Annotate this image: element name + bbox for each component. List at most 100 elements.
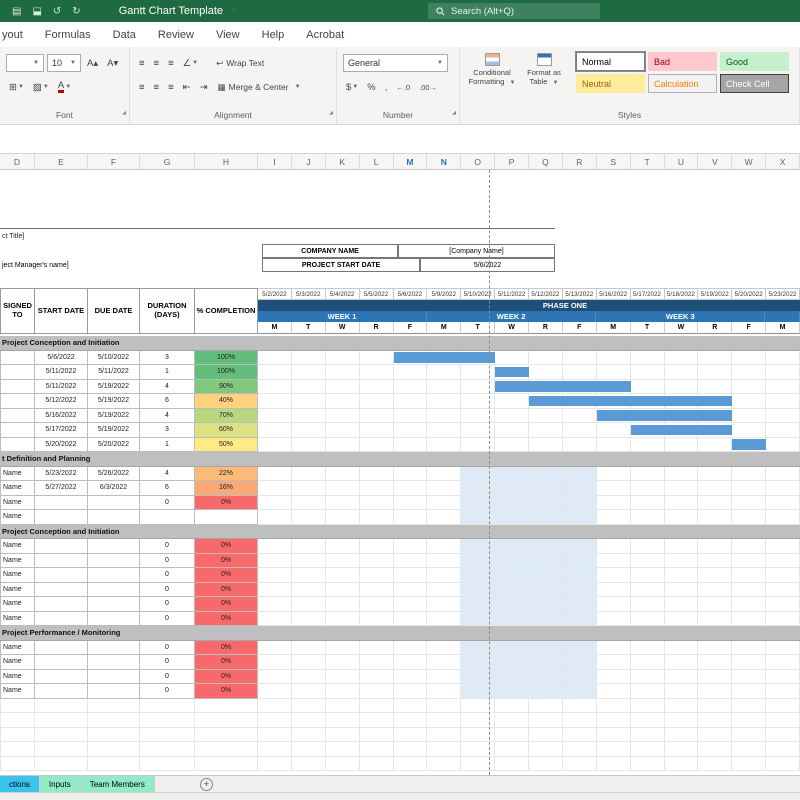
project-title-cell[interactable]: ct Title] bbox=[0, 228, 800, 244]
gantt-cell[interactable] bbox=[326, 727, 360, 741]
gantt-cell[interactable] bbox=[292, 379, 326, 393]
pct-complete-cell[interactable]: 0% bbox=[195, 597, 258, 612]
gantt-cell[interactable] bbox=[665, 481, 699, 495]
due-date-cell[interactable] bbox=[88, 684, 140, 699]
gantt-cell[interactable] bbox=[631, 350, 665, 364]
fill-color-button[interactable]: ▨ ▼ bbox=[30, 81, 52, 94]
week-banner-cell[interactable]: WEEK 2 bbox=[427, 311, 597, 322]
assigned-to-cell[interactable] bbox=[0, 350, 35, 365]
gantt-cell[interactable] bbox=[461, 553, 496, 567]
start-date-cell[interactable]: 5/23/2022 bbox=[35, 466, 88, 481]
assigned-to-cell[interactable]: Name bbox=[0, 481, 35, 496]
gantt-cell[interactable] bbox=[698, 582, 733, 596]
gantt-cell[interactable] bbox=[258, 379, 292, 393]
gantt-cell[interactable] bbox=[631, 495, 665, 509]
font-size-select[interactable]: 10 ▼ bbox=[47, 54, 81, 72]
gantt-cell[interactable] bbox=[529, 727, 563, 741]
gantt-cell[interactable] bbox=[597, 640, 631, 654]
assigned-to-cell[interactable]: Name bbox=[0, 510, 35, 525]
start-date-cell[interactable] bbox=[35, 655, 88, 670]
pct-complete-cell[interactable] bbox=[195, 510, 258, 525]
gantt-cell[interactable] bbox=[563, 611, 597, 625]
gantt-cell[interactable] bbox=[292, 698, 326, 712]
start-date-cell[interactable]: 5/20/2022 bbox=[35, 437, 88, 452]
duration-cell[interactable]: 0 bbox=[140, 684, 195, 699]
pct-complete-cell[interactable] bbox=[195, 698, 258, 713]
gantt-cell[interactable] bbox=[732, 582, 767, 596]
gantt-cell[interactable] bbox=[631, 379, 665, 393]
pct-complete-cell[interactable] bbox=[195, 742, 258, 757]
day-letter-cell[interactable]: T bbox=[461, 322, 496, 334]
date-header-cell[interactable]: 5/23/2022 bbox=[766, 289, 800, 300]
gantt-cell[interactable] bbox=[360, 611, 394, 625]
column-header-E[interactable]: E bbox=[35, 154, 88, 169]
gantt-cell[interactable] bbox=[427, 713, 462, 727]
gantt-cell[interactable] bbox=[360, 655, 394, 669]
duration-cell[interactable] bbox=[140, 713, 195, 728]
alignment-dialog-launcher-icon[interactable]: ◢ bbox=[329, 107, 333, 120]
gantt-cell[interactable] bbox=[732, 669, 767, 683]
increase-font-size-button[interactable]: A▴ bbox=[84, 57, 101, 70]
date-header-cell[interactable]: 5/6/2022 bbox=[393, 289, 428, 300]
gantt-cell[interactable] bbox=[394, 466, 428, 480]
gantt-cell[interactable] bbox=[665, 437, 699, 451]
gantt-cell[interactable] bbox=[394, 495, 428, 509]
pct-complete-cell[interactable]: 0% bbox=[195, 640, 258, 655]
redo-icon[interactable]: ↻ bbox=[72, 6, 80, 17]
gantt-cell[interactable] bbox=[665, 379, 699, 393]
gantt-cell[interactable] bbox=[394, 698, 428, 712]
gantt-cell[interactable] bbox=[461, 684, 496, 698]
gantt-cell[interactable] bbox=[258, 510, 292, 524]
gantt-cell[interactable] bbox=[529, 611, 563, 625]
gantt-cell[interactable] bbox=[258, 698, 292, 712]
gantt-cell[interactable] bbox=[732, 350, 767, 364]
pct-complete-cell[interactable] bbox=[195, 713, 258, 728]
gantt-cell[interactable] bbox=[563, 350, 597, 364]
gantt-cell[interactable] bbox=[766, 350, 800, 364]
duration-cell[interactable]: 0 bbox=[140, 669, 195, 684]
gantt-cell[interactable] bbox=[529, 756, 563, 770]
gantt-cell[interactable] bbox=[326, 669, 360, 683]
borders-button[interactable]: ⊞ ▼ bbox=[6, 81, 27, 94]
gantt-cell[interactable] bbox=[394, 379, 428, 393]
date-header-cell[interactable]: 5/4/2022 bbox=[325, 289, 360, 300]
gantt-cell[interactable] bbox=[326, 553, 360, 567]
gantt-cell[interactable] bbox=[360, 640, 394, 654]
start-date-cell[interactable] bbox=[35, 611, 88, 626]
ribbon-tab-acrobat[interactable]: Acrobat bbox=[295, 29, 355, 41]
gantt-cell[interactable] bbox=[495, 611, 529, 625]
gantt-cell[interactable] bbox=[292, 742, 326, 756]
gantt-cell[interactable] bbox=[495, 640, 529, 654]
ribbon-tab-data[interactable]: Data bbox=[102, 29, 147, 41]
gantt-cell[interactable] bbox=[461, 597, 496, 611]
gantt-cell[interactable] bbox=[394, 568, 428, 582]
format-as-table-button[interactable]: Format as Table ▼ bbox=[518, 51, 570, 109]
gantt-cell[interactable] bbox=[258, 669, 292, 683]
gantt-cell[interactable] bbox=[360, 756, 394, 770]
gantt-cell[interactable] bbox=[698, 365, 733, 379]
gantt-cell[interactable] bbox=[732, 611, 767, 625]
gantt-cell[interactable] bbox=[529, 582, 563, 596]
gantt-cell[interactable] bbox=[394, 611, 428, 625]
due-date-cell[interactable] bbox=[88, 669, 140, 684]
column-header-S[interactable]: S bbox=[597, 154, 631, 169]
gantt-cell[interactable] bbox=[326, 379, 360, 393]
assigned-to-cell[interactable] bbox=[0, 713, 35, 728]
gantt-cell[interactable] bbox=[698, 611, 733, 625]
gantt-cell[interactable] bbox=[563, 669, 597, 683]
pct-complete-cell[interactable]: 90% bbox=[195, 379, 258, 394]
gantt-cell[interactable] bbox=[292, 727, 326, 741]
gantt-cell[interactable] bbox=[698, 713, 733, 727]
gantt-cell[interactable] bbox=[631, 510, 665, 524]
gantt-cell[interactable] bbox=[427, 727, 462, 741]
gantt-cell[interactable] bbox=[292, 582, 326, 596]
gantt-cell[interactable] bbox=[631, 365, 665, 379]
gantt-cell[interactable] bbox=[427, 582, 462, 596]
gantt-cell[interactable] bbox=[461, 655, 496, 669]
gantt-cell[interactable] bbox=[766, 742, 800, 756]
column-header-P[interactable]: P bbox=[495, 154, 529, 169]
gantt-cell[interactable] bbox=[326, 742, 360, 756]
gantt-cell[interactable] bbox=[394, 481, 428, 495]
gantt-cell[interactable] bbox=[766, 698, 800, 712]
due-date-cell[interactable] bbox=[88, 510, 140, 525]
